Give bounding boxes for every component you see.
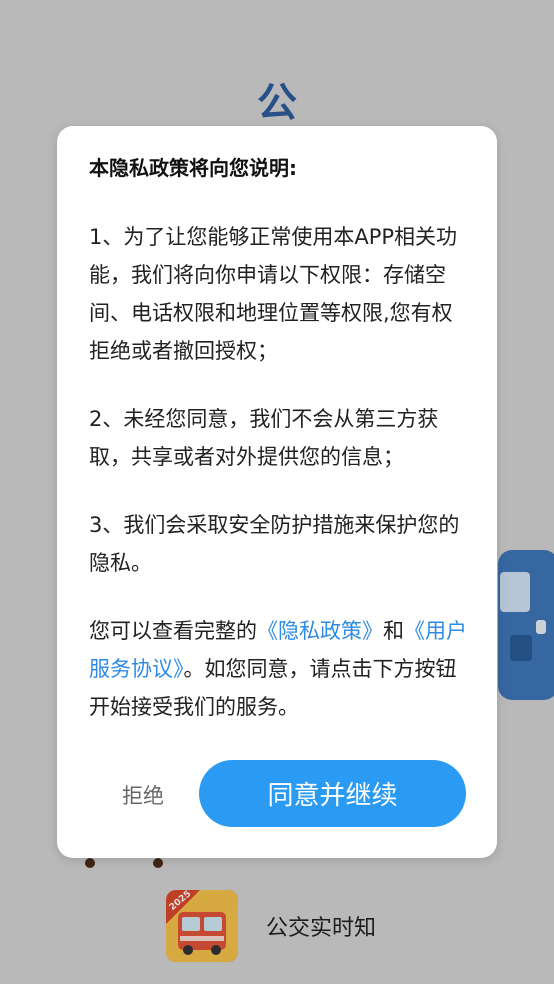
permission-paragraph: 1、为了让您能够正常使用本APP相关功能，我们将向你申请以下权限：存储空间、电话… <box>89 225 458 363</box>
dialog-title: 本隐私政策将向您说明: <box>89 156 297 180</box>
reject-button[interactable]: 拒绝 <box>105 762 181 828</box>
dialog-body: 1、为了让您能够正常使用本APP相关功能，我们将向你申请以下权限：存储空间、电话… <box>89 218 469 726</box>
privacy-dialog: 本隐私政策将向您说明: 1、为了让您能够正常使用本APP相关功能，我们将向你申请… <box>57 126 497 858</box>
privacy-policy-link[interactable]: 《隐私政策》 <box>257 619 383 643</box>
security-paragraph: 3、我们会采取安全防护措施来保护您的隐私。 <box>89 513 460 575</box>
third-party-paragraph: 2、未经您同意，我们不会从第三方获取，共享或者对外提供您的信息； <box>89 407 439 469</box>
links-and: 和 <box>383 619 404 643</box>
policy-links-paragraph: 您可以查看完整的《隐私政策》和《用户服务协议》。如您同意，请点击下方按钮开始接受… <box>89 612 469 726</box>
links-prefix: 您可以查看完整的 <box>89 619 257 643</box>
agree-continue-button[interactable]: 同意并继续 <box>199 760 466 827</box>
